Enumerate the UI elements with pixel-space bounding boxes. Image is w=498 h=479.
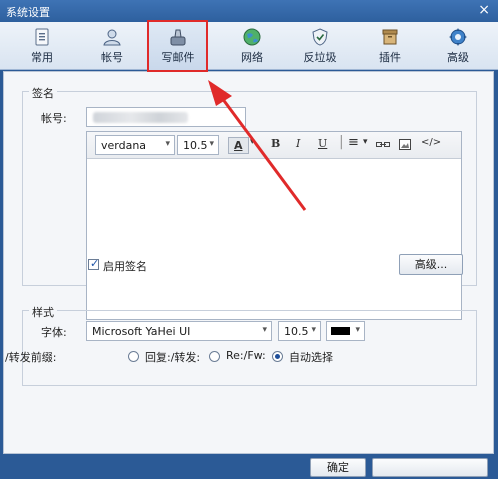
prefix-option-chinese-label: 回复:/转发: [145,351,201,364]
prefix-option-english-radio[interactable] [209,351,220,362]
link-icon[interactable] [376,141,390,149]
reply-prefix-label: /转发前缀: [5,351,57,364]
enable-signature-label: 启用签名 [103,260,147,273]
underline-button[interactable]: U [318,137,327,150]
document-icon [35,28,49,46]
settings-window: 系统设置 × 常用 帐号 写邮件 网络 反垃圾 插件 高级 签名 帐号: ver… [0,0,498,479]
tab-plugins[interactable]: 插件 [360,22,420,70]
chevron-down-icon: ▾ [311,325,316,335]
tab-antispam[interactable]: 反垃圾 [290,22,350,70]
signature-size-value: 10.5 [183,139,208,152]
font-label: 字体: [41,326,67,339]
account-label: 帐号: [41,112,67,125]
style-size-value: 10.5 [284,325,309,338]
close-icon[interactable]: × [478,2,490,18]
font-color-button[interactable]: A [228,137,249,154]
title-bar: 系统设置 × [0,0,498,22]
tab-advanced[interactable]: 高级 [428,22,488,70]
chevron-down-icon: ▾ [355,325,360,335]
color-dropdown-icon[interactable]: ▾ [250,137,255,147]
signature-size-select[interactable]: 10.5 ▾ [177,135,219,155]
signature-advanced-button[interactable]: 高级... [399,254,463,275]
signature-group-title: 签名 [29,85,57,101]
tab-plugins-label: 插件 [379,51,401,64]
footer-bar: 确定 [0,455,498,479]
tab-advanced-label: 高级 [447,51,469,64]
signature-font-value: verdana [101,139,147,152]
tab-general-label: 常用 [31,51,53,64]
settings-toolbar: 常用 帐号 写邮件 网络 反垃圾 插件 高级 [0,22,498,70]
tab-account-label: 帐号 [101,51,123,64]
check-icon: ✓ [90,257,100,270]
toolbar-divider: | [339,134,344,150]
tab-network[interactable]: 网络 [222,22,282,70]
style-group-title: 样式 [29,304,57,320]
font-select[interactable]: Microsoft YaHei UI ▾ [86,321,272,341]
chevron-down-icon: ▾ [209,139,214,149]
user-icon [103,29,121,46]
bold-button[interactable]: B [271,137,280,150]
align-dropdown-icon[interactable]: ▾ [363,137,368,147]
gear-icon [449,28,467,46]
plugin-box-icon [382,29,398,45]
account-value-blurred [93,112,188,123]
globe-icon [243,28,261,46]
cancel-button[interactable] [372,458,488,477]
color-swatch [331,327,350,335]
image-icon[interactable] [399,139,411,150]
prefix-option-chinese-radio[interactable] [128,351,139,362]
enable-signature-checkbox[interactable]: ✓ [88,257,100,270]
prefix-option-english-label: Re:/Fw: [226,349,266,362]
chevron-down-icon: ▾ [165,139,170,149]
tab-account[interactable]: 帐号 [82,22,142,70]
color-select[interactable]: ▾ [326,321,365,341]
italic-button[interactable]: I [296,137,300,150]
tab-general[interactable]: 常用 [12,22,72,70]
ok-button[interactable]: 确定 [310,458,366,477]
font-value: Microsoft YaHei UI [92,325,191,338]
settings-panel: 签名 帐号: verdana ▾ 10.5 ▾ A ▾ B I U | ≡ ▾ … [3,71,494,454]
align-icon[interactable]: ≡ [348,135,359,150]
tab-network-label: 网络 [241,51,263,64]
chevron-down-icon: ▾ [262,325,267,335]
prefix-option-auto-label: 自动选择 [289,351,333,364]
source-code-icon[interactable]: </> [421,137,441,148]
shield-icon [312,28,328,46]
tab-antispam-label: 反垃圾 [303,51,337,64]
signature-font-select[interactable]: verdana ▾ [95,135,175,155]
style-size-select[interactable]: 10.5 ▾ [278,321,321,341]
signature-editor[interactable]: verdana ▾ 10.5 ▾ A ▾ B I U | ≡ ▾ </> [86,131,462,320]
account-select[interactable] [86,107,246,127]
editor-toolbar: verdana ▾ 10.5 ▾ A ▾ B I U | ≡ ▾ </> [87,132,461,159]
window-title: 系统设置 [6,6,50,19]
highlight-box [147,20,208,72]
prefix-option-auto-radio[interactable] [272,351,283,362]
